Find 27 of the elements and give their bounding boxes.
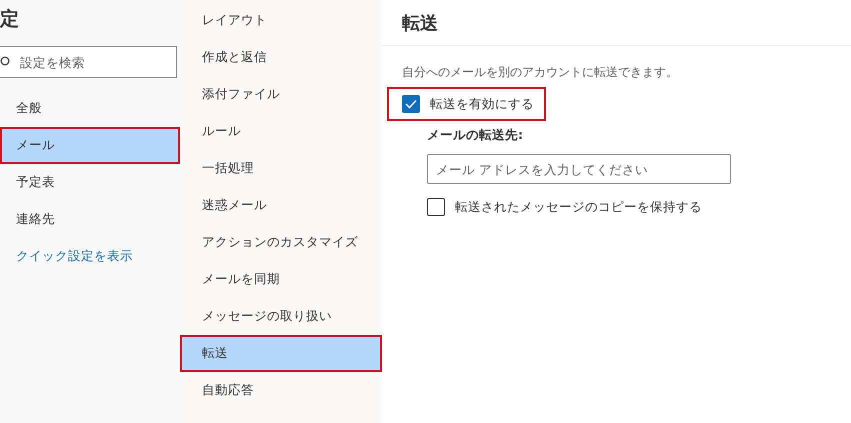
search-field[interactable]: 設定を検索 (0, 46, 177, 78)
nav-item[interactable]: 連絡先 (0, 201, 180, 238)
submenu-item[interactable]: メールを同期 (180, 261, 382, 298)
field-label: メールの転送先: (427, 127, 524, 144)
quick-settings-link[interactable]: クイック設定を表示 (0, 238, 180, 275)
checkmark-icon (405, 99, 417, 109)
nav-item[interactable]: メール (0, 127, 180, 164)
checkbox-label: 転送を有効にする (430, 96, 534, 112)
page-title: 転送 (382, 0, 851, 46)
submenu-item[interactable]: 自動応答 (180, 372, 382, 409)
submenu-item[interactable]: 迷惑メール (180, 187, 382, 224)
description: 自分へのメールを別のアカウントに転送できます。 (402, 64, 679, 81)
submenu-item[interactable]: アクションのカスタマイズ (180, 224, 382, 261)
nav-item[interactable]: 予定表 (0, 164, 180, 201)
submenu-item[interactable]: レイアウト (180, 2, 382, 39)
submenu-item[interactable]: ルール (180, 113, 382, 150)
submenu-item[interactable]: 一括処理 (180, 150, 382, 187)
nav-item[interactable]: 全般 (0, 90, 180, 127)
submenu-item[interactable]: メッセージの取り扱い (180, 298, 382, 335)
submenu-item[interactable]: 作成と返信 (180, 39, 382, 76)
checkbox-label: 転送されたメッセージのコピーを保持する (455, 198, 702, 216)
checkbox[interactable] (427, 198, 445, 216)
submenu-item[interactable]: 添付ファイル (180, 76, 382, 113)
checkbox[interactable] (402, 95, 420, 113)
submenu-item[interactable]: 転送 (180, 335, 382, 372)
search-icon (0, 56, 11, 67)
email-address-field[interactable]: メール アドレスを入力してください (427, 154, 731, 184)
